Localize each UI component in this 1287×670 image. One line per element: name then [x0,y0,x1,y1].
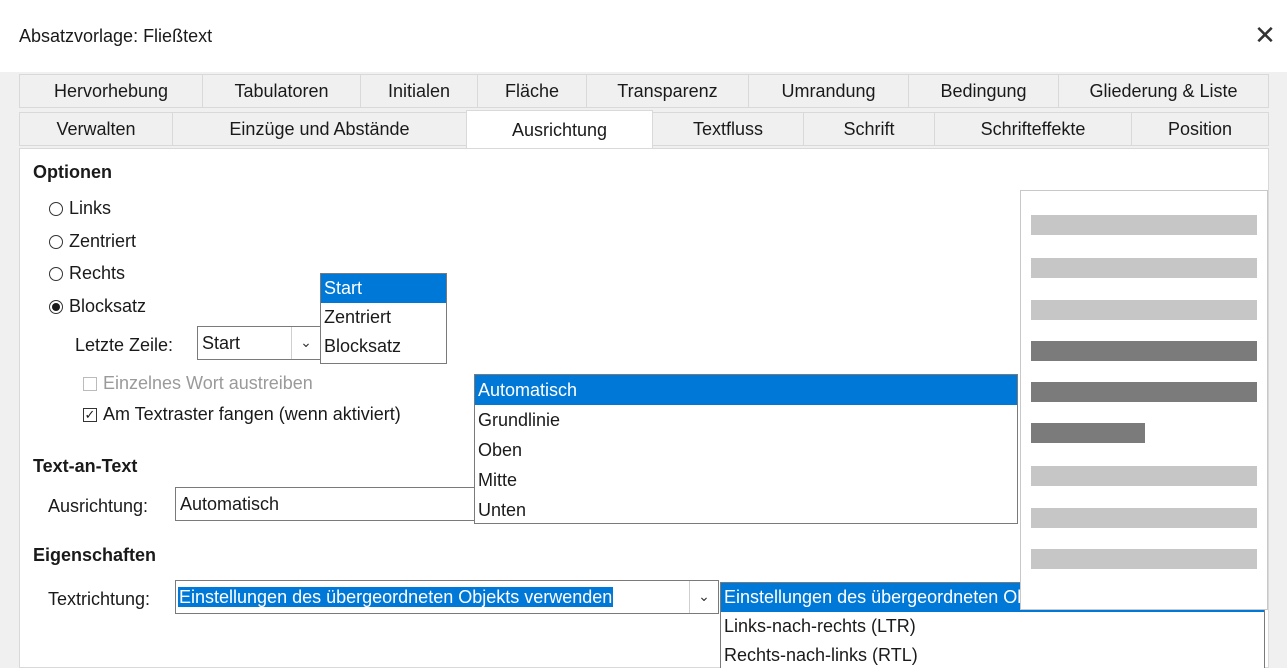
text-direction-value: Einstellungen des übergeordneten Objekts… [178,587,614,608]
dropdown-option[interactable]: Start [321,274,446,303]
properties-heading: Eigenschaften [33,545,157,565]
checkbox-label: Am Textraster fangen (wenn aktiviert) [103,404,401,424]
checkbox[interactable] [83,376,97,391]
alignment-preview [1020,190,1268,610]
dropdown-option[interactable]: Links-nach-rechts (LTR) [721,612,1264,641]
dropdown-option[interactable]: Blocksatz [321,332,446,361]
radio-label: Blocksatz [69,296,147,316]
tab-bedingung[interactable]: Bedingung [908,74,1059,108]
snap-checkbox-row[interactable]: ✓ Am Textraster fangen (wenn aktiviert) [83,404,401,425]
preview-line [1031,549,1257,569]
dropdown-option[interactable]: Zentriert [321,303,446,332]
tab-row-2: Verwalten Einzüge und Abstände Ausrichtu… [19,110,1269,150]
tab-transparenz[interactable]: Transparenz [586,74,749,108]
tab-row-1: Hervorhebung Tabulatoren Initialen Fläch… [19,74,1269,108]
radio-circle-selected[interactable] [49,299,63,314]
preview-line [1031,215,1257,235]
chevron-down-icon[interactable]: ⌄ [689,581,718,613]
tab-schrift[interactable]: Schrift [803,112,935,146]
text-to-text-heading: Text-an-Text [33,456,138,476]
tab-initialen[interactable]: Initialen [360,74,478,108]
title-bar: Absatzvorlage: Fließtext ✕ [0,0,1287,72]
tab-flaeche[interactable]: Fläche [477,74,587,108]
alignment-label: Ausrichtung: [48,496,149,516]
tab-umrandung[interactable]: Umrandung [748,74,909,108]
text-direction-label: Textrichtung: [48,589,151,609]
radio-circle[interactable] [49,201,63,216]
radio-circle[interactable] [49,266,63,281]
radio-label: Rechts [69,263,126,283]
tab-einzuege-abstaende[interactable]: Einzüge und Abstände [172,112,467,146]
radio-circle[interactable] [49,234,63,249]
tab-ausrichtung[interactable]: Ausrichtung [466,110,653,150]
radio-blocksatz[interactable]: Blocksatz [49,296,146,317]
preview-line-active [1031,341,1257,361]
alignment-value: Automatisch [180,494,280,514]
last-line-combobox[interactable]: Start ⌄ [197,326,321,360]
radio-zentriert[interactable]: Zentriert [49,231,136,252]
dropdown-option[interactable]: Rechts-nach-links (RTL) [721,641,1264,670]
preview-line [1031,300,1257,320]
tab-tabulatoren[interactable]: Tabulatoren [202,74,361,108]
dropdown-option[interactable]: Unten [475,495,1017,525]
alignment-dropdown-list: Automatisch Grundlinie Oben Mitte Unten [474,374,1018,524]
text-direction-combobox[interactable]: Einstellungen des übergeordneten Objekts… [175,580,719,614]
options-heading: Optionen [33,162,112,182]
checkbox-label: Einzelnes Wort austreiben [103,373,313,393]
alignment-combobox[interactable]: Automatisch [175,487,480,521]
close-icon[interactable]: ✕ [1250,20,1280,50]
dropdown-option[interactable]: Grundlinie [475,405,1017,435]
tab-hervorhebung[interactable]: Hervorhebung [19,74,203,108]
radio-label: Links [69,198,112,218]
tab-gliederung-liste[interactable]: Gliederung & Liste [1058,74,1269,108]
dropdown-option[interactable]: Oben [475,435,1017,465]
window-title: Absatzvorlage: Fließtext [19,26,213,46]
preview-line-active-last [1031,423,1145,443]
dropdown-option[interactable]: Mitte [475,465,1017,495]
selected-text: Einstellungen des übergeordneten Objekts… [178,587,614,607]
preview-line [1031,508,1257,528]
last-line-value: Start [202,333,241,353]
preview-line-active [1031,382,1257,402]
radio-rechts[interactable]: Rechts [49,263,125,284]
preview-line [1031,466,1257,486]
single-word-checkbox-row[interactable]: Einzelnes Wort austreiben [83,373,313,394]
dropdown-option[interactable]: Automatisch [475,375,1017,405]
radio-links[interactable]: Links [49,198,111,219]
tab-position[interactable]: Position [1131,112,1269,146]
chevron-down-icon[interactable]: ⌄ [291,327,320,359]
radio-label: Zentriert [69,231,137,251]
preview-line [1031,258,1257,278]
tab-schrifteffekte[interactable]: Schrifteffekte [934,112,1132,146]
tab-verwalten[interactable]: Verwalten [19,112,173,146]
last-line-dropdown-list: Start Zentriert Blocksatz [320,273,447,364]
checkbox-checked[interactable]: ✓ [83,407,97,422]
tab-textfluss[interactable]: Textfluss [652,112,804,146]
last-line-label: Letzte Zeile: [75,335,174,355]
